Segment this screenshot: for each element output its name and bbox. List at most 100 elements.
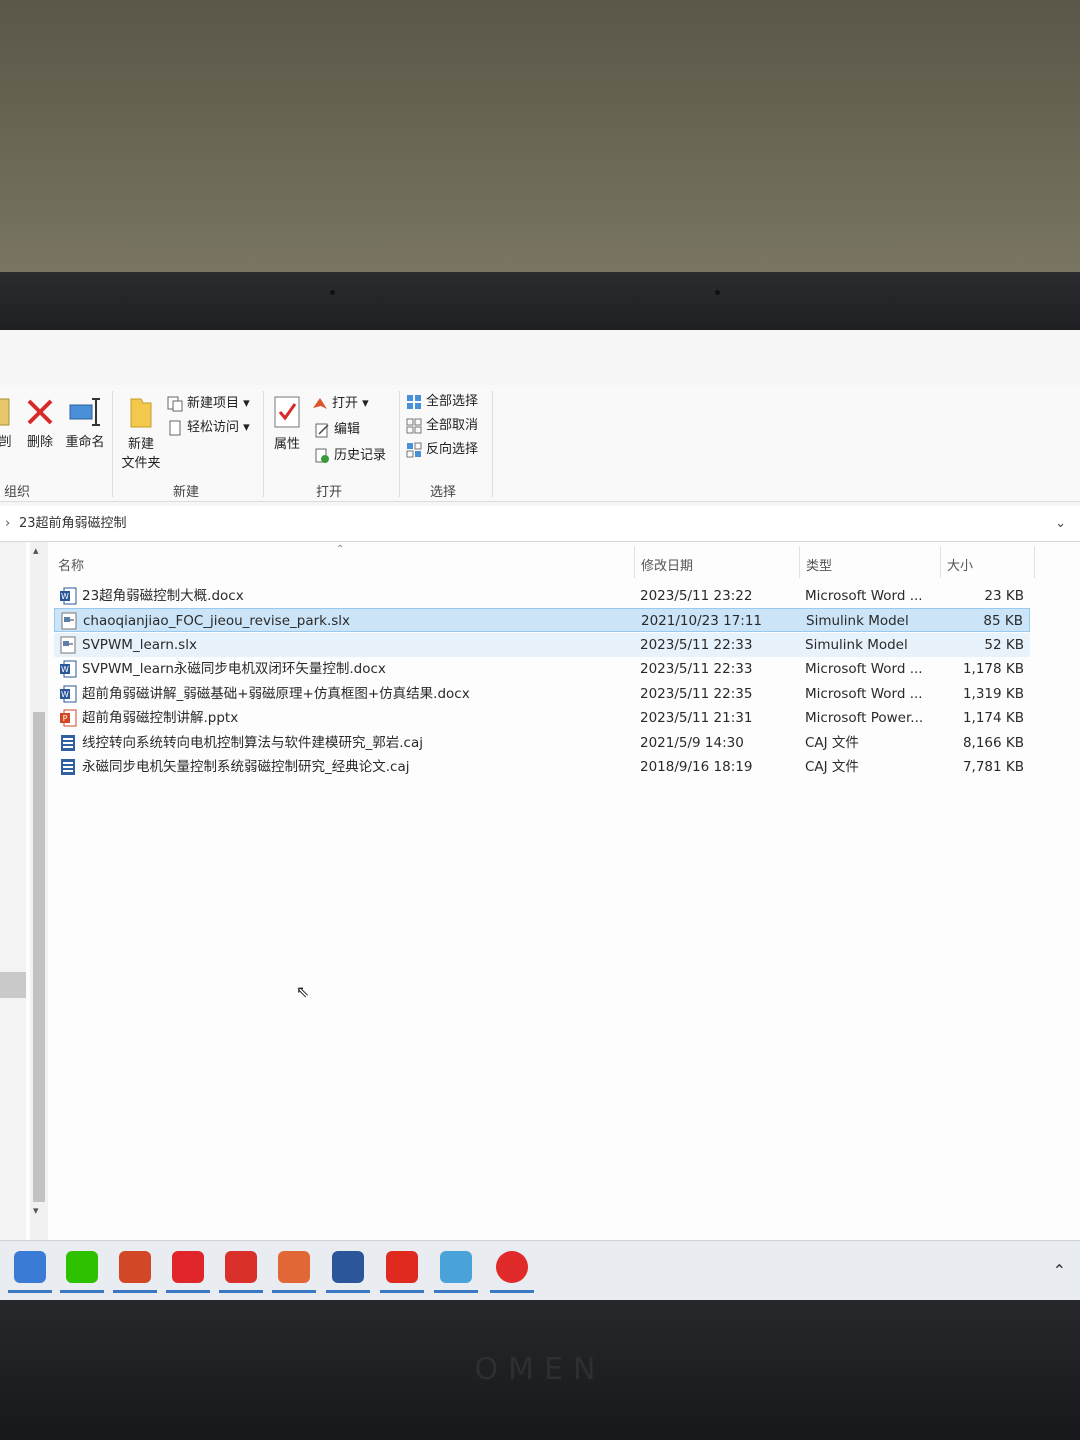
file-size: 1,319 KB [962, 686, 1024, 702]
file-row[interactable]: W 23超角弱磁控制大概.docx 2023/5/11 23:22 Microsoft… [54, 584, 1030, 608]
file-row[interactable]: chaoqianjiao_FOC_jieou_revise_park.slx 20… [54, 608, 1030, 632]
vertical-scrollbar[interactable]: ▴ ▾ [30, 542, 48, 1242]
taskbar-app-car-app[interactable] [219, 1249, 263, 1293]
folder-icon [130, 398, 152, 428]
file-name[interactable]: 超前角弱磁讲解_弱磁基础+弱磁原理+仿真框图+仿真结果.docx [82, 682, 642, 706]
file-type: CAJ 文件 [805, 759, 859, 775]
column-header-date[interactable]: 修改日期 [641, 555, 693, 574]
address-dropdown-icon[interactable]: ⌄ [1055, 506, 1066, 542]
scrollbar-thumb[interactable] [33, 712, 45, 1202]
column-divider[interactable] [799, 546, 800, 578]
edit-icon [315, 423, 329, 438]
select-none-icon [406, 418, 422, 434]
music-app-icon [496, 1251, 528, 1283]
running-indicator [8, 1290, 52, 1293]
file-date: 2023/5/11 22:33 [640, 637, 753, 653]
svg-text:W: W [61, 665, 69, 674]
paste-icon [0, 398, 10, 426]
address-bar[interactable]: › 23超前角弱磁控制 ⌄ [0, 506, 1080, 542]
column-divider[interactable] [940, 546, 941, 578]
column-header-size[interactable]: 大小 [947, 555, 973, 574]
column-header-name[interactable]: 名称 [58, 555, 84, 574]
select-none-button[interactable]: 全部取消 [406, 415, 478, 437]
taskbar-app-music-app[interactable] [490, 1249, 534, 1293]
properties-icon [274, 396, 300, 428]
file-date: 2018/9/16 18:19 [640, 759, 753, 775]
easy-access-button[interactable]: 轻松访问 ▾ [167, 417, 250, 439]
file-row[interactable]: 永磁同步电机矢量控制系统弱磁控制研究_经典论文.caj 2018/9/16 18:… [54, 755, 1030, 779]
taskbar-app-acrobat[interactable] [380, 1249, 424, 1293]
caj-icon [59, 758, 77, 776]
file-date: 2023/5/11 23:22 [640, 588, 753, 604]
running-indicator [326, 1290, 370, 1293]
file-type: Microsoft Word ... [805, 588, 923, 604]
ribbon-group-select: 全部选择 全部取消 反向选择 选择 [400, 385, 492, 502]
file-date: 2023/5/11 22:33 [640, 661, 753, 677]
file-name[interactable]: SVPWM_learn永磁同步电机双闭环矢量控制.docx [82, 657, 642, 681]
column-divider[interactable] [1034, 546, 1035, 578]
select-all-button[interactable]: 全部选择 [406, 391, 478, 413]
file-row[interactable]: SVPWM_learn.slx 2023/5/11 22:33 Simulink M… [54, 633, 1030, 657]
word-icon: W [59, 587, 77, 605]
wechat-icon [66, 1251, 98, 1283]
breadcrumb-current-folder[interactable]: 23超前角弱磁控制 [19, 506, 127, 542]
file-name[interactable]: SVPWM_learn.slx [82, 633, 642, 657]
file-name[interactable]: 23超角弱磁控制大概.docx [82, 584, 642, 608]
file-type: Simulink Model [805, 637, 908, 653]
column-divider[interactable] [634, 546, 635, 578]
taskbar-app-app-network[interactable] [8, 1249, 52, 1293]
laptop-brand-logo: OMEN [474, 1352, 606, 1387]
file-name[interactable]: 线控转向系统转向电机控制算法与软件建模研究_郭岩.caj [82, 731, 642, 755]
file-date: 2021/10/23 17:11 [641, 613, 763, 629]
ribbon-group-new: 新建 文件夹 新建项目 ▾ 轻松访问 ▾ 新建 [113, 385, 263, 502]
laptop-bottom-bezel: OMEN [0, 1300, 1080, 1440]
word-icon: W [59, 685, 77, 703]
file-row[interactable]: P 超前角弱磁控制讲解.pptx 2023/5/11 21:31 Microsoft … [54, 706, 1030, 730]
scroll-up-icon[interactable]: ▴ [33, 544, 39, 557]
file-size: 1,174 KB [962, 710, 1024, 726]
file-name[interactable]: 永磁同步电机矢量控制系统弱磁控制研究_经典论文.caj [82, 755, 642, 779]
new-item-button[interactable]: 新建项目 ▾ [167, 393, 250, 415]
scroll-down-icon[interactable]: ▾ [33, 1204, 39, 1217]
running-indicator [272, 1290, 316, 1293]
taskbar-app-matlab[interactable] [272, 1249, 316, 1293]
taskbar-app-youdao[interactable] [166, 1249, 210, 1293]
group-label-open: 打开 [316, 485, 343, 500]
file-row[interactable]: W 超前角弱磁讲解_弱磁基础+弱磁原理+仿真框图+仿真结果.docx 2023/5/… [54, 682, 1030, 706]
taskbar-app-wechat[interactable] [60, 1249, 104, 1293]
taskbar-app-word[interactable] [326, 1249, 370, 1293]
youdao-icon [172, 1251, 204, 1283]
file-size: 23 KB [984, 588, 1024, 604]
taskbar-app-powerpoint[interactable] [113, 1249, 157, 1293]
tray-show-hidden-icon[interactable]: ⌃ [1053, 1261, 1066, 1280]
file-name[interactable]: 超前角弱磁控制讲解.pptx [82, 706, 642, 730]
delete-button[interactable]: 删除 [24, 397, 56, 450]
file-name[interactable]: chaoqianjiao_FOC_jieou_revise_park.slx [83, 609, 643, 633]
breadcrumb-chevron-icon[interactable]: › [5, 506, 10, 542]
column-header-type[interactable]: 类型 [806, 555, 832, 574]
history-button[interactable]: 历史记录 [314, 445, 386, 467]
ribbon-group-organize: 剀 删除 重命名 组织 [0, 385, 112, 502]
svg-text:W: W [61, 690, 69, 699]
navigation-pane-edge[interactable] [0, 542, 26, 1242]
history-icon [315, 448, 329, 463]
file-size: 8,166 KB [962, 735, 1024, 751]
invert-selection-button[interactable]: 反向选择 [406, 439, 478, 461]
cut-button[interactable]: 剀 [0, 397, 16, 450]
file-size: 52 KB [984, 637, 1024, 653]
open-button[interactable]: 打开 ▾ [312, 393, 369, 415]
group-label-select: 选择 [430, 485, 457, 500]
file-row[interactable]: 线控转向系统转向电机控制算法与软件建模研究_郭岩.caj 2021/5/9 14:… [54, 731, 1030, 755]
edit-button[interactable]: 编辑 [314, 419, 360, 441]
file-row[interactable]: W SVPWM_learn永磁同步电机双闭环矢量控制.docx 2023/5/11 … [54, 657, 1030, 681]
running-indicator [380, 1290, 424, 1293]
select-all-icon [407, 395, 421, 409]
rename-button[interactable]: 重命名 [62, 397, 108, 450]
new-folder-button[interactable]: 新建 文件夹 [117, 395, 165, 471]
file-size: 1,178 KB [962, 661, 1024, 677]
properties-button[interactable]: 属性 [270, 395, 304, 452]
taskbar-app-notes-app[interactable] [434, 1249, 478, 1293]
file-type: Microsoft Word ... [805, 661, 923, 677]
running-indicator [60, 1290, 104, 1293]
file-type: Microsoft Power... [805, 710, 924, 726]
